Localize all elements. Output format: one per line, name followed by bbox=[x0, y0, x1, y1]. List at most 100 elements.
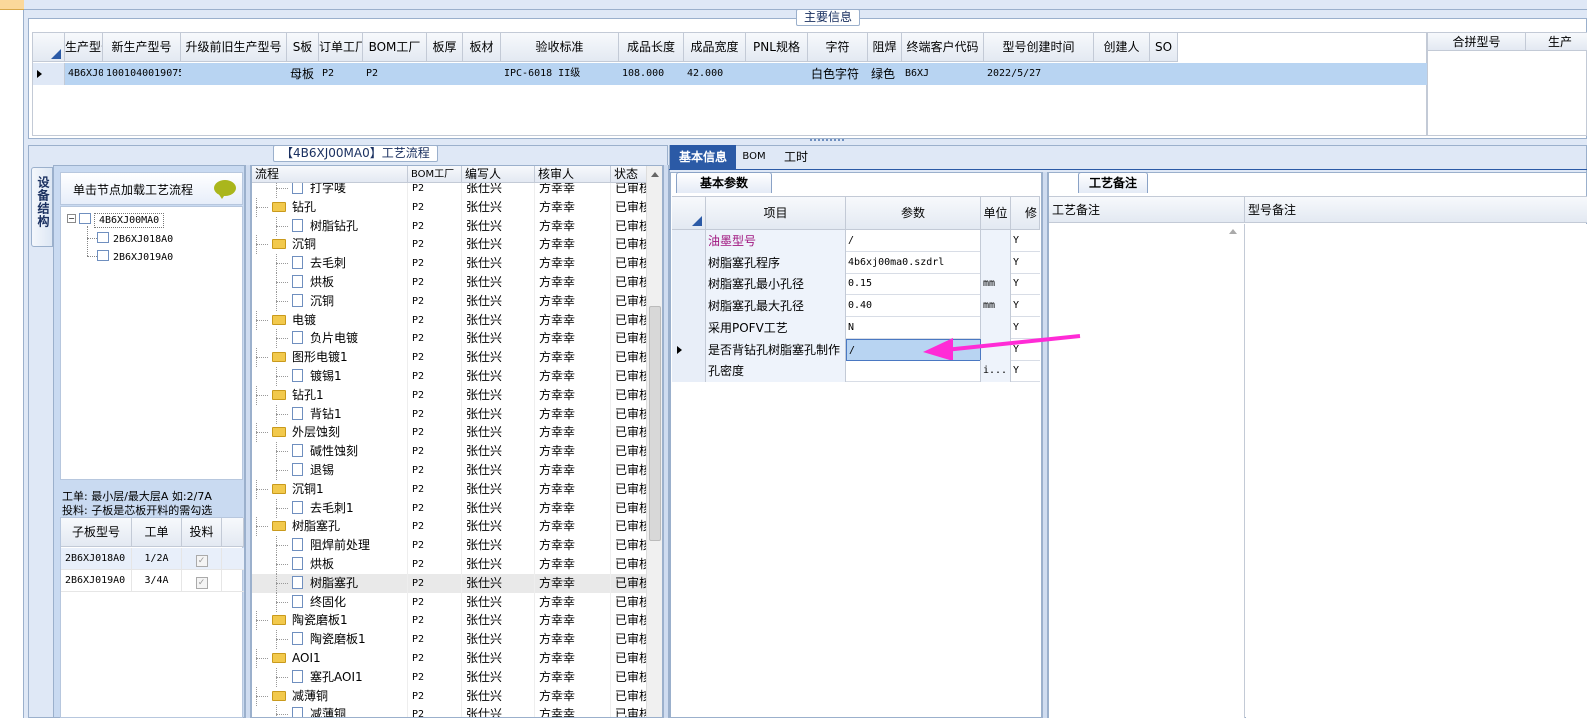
top-col-header[interactable]: 成品长度 bbox=[619, 33, 684, 62]
sub-board-row[interactable]: 2B6XJ019A0 3/4A ✓ bbox=[61, 570, 244, 592]
param-value[interactable]: 4b6xj00ma0.szdrl bbox=[846, 251, 981, 274]
param-value[interactable]: 0.15 bbox=[846, 273, 981, 296]
main-grid-row[interactable]: 4B6XJ00MA010010400190758母板P2P2IPC-6018 I… bbox=[33, 63, 1428, 85]
top-col-header[interactable]: 型号创建时间 bbox=[984, 33, 1094, 62]
remarks-col-process[interactable]: 工艺备注 bbox=[1049, 197, 1245, 223]
flow-row[interactable]: 钻孔 P2 张仕兴 方幸幸 已审核 bbox=[252, 197, 648, 217]
top-cell[interactable] bbox=[1150, 63, 1178, 85]
top-cell[interactable]: P2 bbox=[363, 63, 427, 85]
params-col-unit[interactable]: 单位 bbox=[981, 197, 1011, 230]
top-col-header[interactable]: 升级前旧生产型号 bbox=[181, 33, 287, 62]
flow-row[interactable]: 减薄铜 P2 张仕兴 方幸幸 已审核 bbox=[252, 686, 648, 706]
param-row[interactable]: 树脂塞孔最大孔径 0.40 mm Y bbox=[672, 295, 1040, 318]
top-col-header[interactable]: BOM工厂 bbox=[363, 33, 427, 62]
scroll-thumb[interactable] bbox=[649, 306, 661, 541]
flow-row[interactable]: 打字唛 P2 张仕兴 方幸幸 已审核 bbox=[252, 183, 648, 198]
load-flow-bar[interactable]: 单击节点加载工艺流程 bbox=[60, 172, 243, 205]
flow-row[interactable]: 钻孔1 P2 张仕兴 方幸幸 已审核 bbox=[252, 385, 648, 405]
top-col-header[interactable]: S板 bbox=[287, 33, 319, 62]
top-cell[interactable]: 108.000 bbox=[619, 63, 684, 85]
flow-col-header[interactable]: 流程 bbox=[252, 166, 408, 183]
top-col-header[interactable]: 验收标准 bbox=[501, 33, 619, 62]
sub-col-order[interactable]: 工单 bbox=[132, 518, 182, 547]
top-col-header[interactable]: 成品宽度 bbox=[684, 33, 746, 62]
param-row[interactable]: 孔密度 i... Y bbox=[672, 360, 1040, 383]
flow-row[interactable]: 烘板 P2 张仕兴 方幸幸 已审核 bbox=[252, 555, 648, 574]
top-cell[interactable] bbox=[427, 63, 463, 85]
top-col-header[interactable]: 字符 bbox=[808, 33, 868, 62]
top-cell[interactable]: IPC-6018 II级 bbox=[501, 63, 619, 85]
top-cell[interactable]: 4B6XJ00MA0 bbox=[65, 63, 103, 85]
params-tab[interactable]: 基本参数 bbox=[676, 172, 772, 193]
flow-row[interactable]: 去毛刺 P2 张仕兴 方幸幸 已审核 bbox=[252, 254, 648, 274]
equipment-structure-tab[interactable]: 设备结构 bbox=[31, 167, 53, 247]
flow-row[interactable]: 烘板 P2 张仕兴 方幸幸 已审核 bbox=[252, 273, 648, 292]
flow-row[interactable]: 阻焊前处理 P2 张仕兴 方幸幸 已审核 bbox=[252, 536, 648, 556]
remarks-scroll-up-icon[interactable] bbox=[1229, 229, 1237, 234]
merge-col-prod[interactable]: 生产 bbox=[1526, 33, 1587, 51]
merge-col-model[interactable]: 合拼型号 bbox=[1428, 33, 1526, 51]
flow-row[interactable]: 减薄铜 P2 张仕兴 方幸幸 已审核 bbox=[252, 705, 648, 717]
top-cell[interactable] bbox=[181, 63, 287, 85]
flow-row[interactable]: 图形电镀1 P2 张仕兴 方幸幸 已审核 bbox=[252, 348, 648, 368]
flow-scrollbar[interactable] bbox=[646, 166, 662, 717]
top-col-header[interactable]: 订单工厂 bbox=[319, 33, 363, 62]
top-cell[interactable] bbox=[1094, 63, 1150, 85]
tree-child-node[interactable]: 2B6XJ019A0 bbox=[87, 248, 173, 265]
top-col-header[interactable]: 板材 bbox=[463, 33, 501, 62]
param-value[interactable]: 0.40 bbox=[846, 295, 981, 318]
top-cell[interactable]: 2022/5/27 bbox=[984, 63, 1094, 85]
flow-col-header[interactable]: 核审人 bbox=[535, 166, 611, 183]
flow-row[interactable]: 沉铜 P2 张仕兴 方幸幸 已审核 bbox=[252, 235, 648, 255]
params-col-item[interactable]: 项目 bbox=[706, 197, 846, 230]
remarks-tab[interactable]: 工艺备注 bbox=[1078, 172, 1148, 193]
top-col-header[interactable]: 创建人 bbox=[1094, 33, 1150, 62]
tab-basic-info[interactable]: 基本信息 bbox=[670, 145, 736, 169]
feed-checkbox[interactable]: ✓ bbox=[195, 577, 208, 589]
top-col-header[interactable]: PNL规格 bbox=[746, 33, 808, 62]
top-cell[interactable]: 绿色 bbox=[868, 63, 902, 85]
collapse-icon[interactable]: − bbox=[67, 214, 76, 223]
top-cell[interactable]: 42.000 bbox=[684, 63, 746, 85]
top-col-header[interactable]: SO bbox=[1150, 33, 1178, 62]
tab-bom[interactable]: BOM bbox=[736, 145, 772, 169]
flow-row[interactable]: 镀锡1 P2 张仕兴 方幸幸 已审核 bbox=[252, 367, 648, 386]
top-cell[interactable]: 10010400190758 bbox=[103, 63, 181, 85]
splitter-grip[interactable] bbox=[810, 139, 844, 142]
flow-row[interactable]: 树脂钻孔 P2 张仕兴 方幸幸 已审核 bbox=[252, 216, 648, 236]
flow-row[interactable]: AOI1 P2 张仕兴 方幸幸 已审核 bbox=[252, 649, 648, 668]
flow-col-header[interactable]: BOM工厂 bbox=[408, 166, 462, 183]
top-col-header[interactable]: 板厚 bbox=[427, 33, 463, 62]
param-value[interactable] bbox=[846, 360, 981, 383]
sub-col-feed[interactable]: 投料 bbox=[182, 518, 222, 547]
flow-row[interactable]: 去毛刺1 P2 张仕兴 方幸幸 已审核 bbox=[252, 498, 648, 518]
top-cell[interactable]: 母板 bbox=[287, 63, 319, 85]
top-cell[interactable]: B6XJ bbox=[902, 63, 984, 85]
tree-root-node[interactable]: − 4B6XJ00MA0 bbox=[67, 211, 165, 228]
flow-row[interactable]: 退锡 P2 张仕兴 方幸幸 已审核 bbox=[252, 461, 648, 480]
remarks-textarea-process[interactable] bbox=[1049, 224, 1245, 718]
top-cell[interactable]: P2 bbox=[319, 63, 363, 85]
flow-row[interactable]: 树脂塞孔 P2 张仕兴 方幸幸 已审核 bbox=[252, 573, 648, 593]
flow-row[interactable]: 碱性蚀刻 P2 张仕兴 方幸幸 已审核 bbox=[252, 442, 648, 462]
flow-row[interactable]: 终固化 P2 张仕兴 方幸幸 已审核 bbox=[252, 592, 648, 612]
tree-child-node[interactable]: 2B6XJ018A0 bbox=[87, 230, 173, 247]
top-col-header[interactable]: 新生产型号 bbox=[103, 33, 181, 62]
flow-row[interactable]: 塞孔AOI1 P2 张仕兴 方幸幸 已审核 bbox=[252, 667, 648, 687]
param-row[interactable]: 树脂塞孔最小孔径 0.15 mm Y bbox=[672, 273, 1040, 296]
tab-hours[interactable]: 工时 bbox=[772, 145, 820, 169]
flow-row[interactable]: 背钻1 P2 张仕兴 方幸幸 已审核 bbox=[252, 404, 648, 424]
top-cell[interactable] bbox=[463, 63, 501, 85]
flow-row[interactable]: 负片电镀 P2 张仕兴 方幸幸 已审核 bbox=[252, 329, 648, 349]
sub-col-model[interactable]: 子板型号 bbox=[61, 518, 132, 547]
scroll-up-icon[interactable] bbox=[651, 172, 659, 177]
top-col-header[interactable]: 阻焊 bbox=[868, 33, 902, 62]
flow-row[interactable]: 陶瓷磨板1 P2 张仕兴 方幸幸 已审核 bbox=[252, 611, 648, 631]
param-row[interactable]: 树脂塞孔程序 4b6xj00ma0.szdrl Y bbox=[672, 251, 1040, 274]
flow-row[interactable]: 沉铜 P2 张仕兴 方幸幸 已审核 bbox=[252, 291, 648, 311]
feed-checkbox[interactable]: ✓ bbox=[195, 555, 208, 567]
top-col-header[interactable]: 生产型号 bbox=[65, 33, 103, 62]
param-row[interactable]: 油墨型号 / Y bbox=[672, 230, 1040, 252]
flow-row[interactable]: 沉铜1 P2 张仕兴 方幸幸 已审核 bbox=[252, 479, 648, 499]
flow-row[interactable]: 树脂塞孔 P2 张仕兴 方幸幸 已审核 bbox=[252, 517, 648, 537]
